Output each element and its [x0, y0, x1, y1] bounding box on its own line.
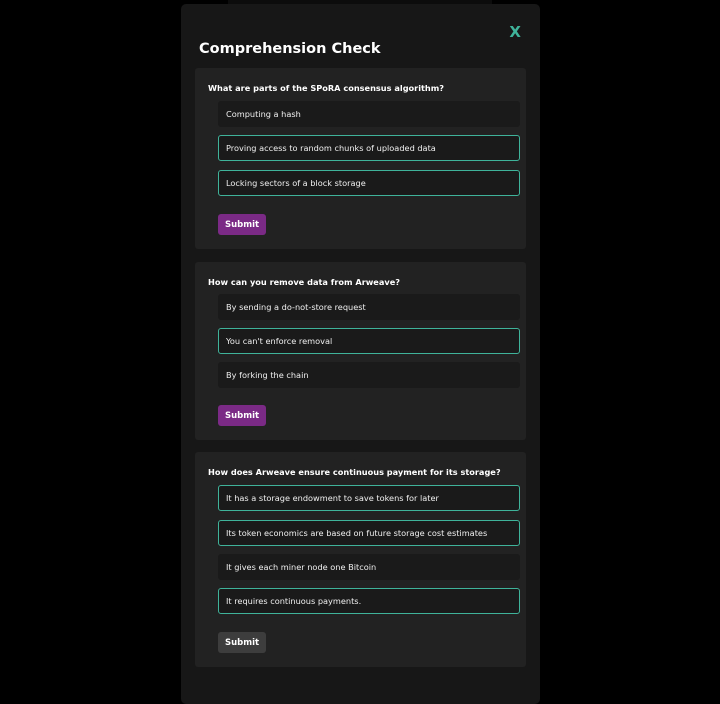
- answer-option[interactable]: It has a storage endowment to save token…: [218, 485, 520, 511]
- answer-option[interactable]: Its token economics are based on future …: [218, 520, 520, 546]
- comprehension-check-modal: X Comprehension Check What are parts of …: [181, 4, 540, 704]
- submit-button[interactable]: Submit: [218, 405, 266, 426]
- answer-option[interactable]: It requires continuous payments.: [218, 588, 520, 614]
- answer-option[interactable]: You can't enforce removal: [218, 328, 520, 354]
- question-card-3: How does Arweave ensure continuous payme…: [195, 452, 526, 667]
- answer-option[interactable]: It gives each miner node one Bitcoin: [218, 554, 520, 580]
- answer-option[interactable]: Computing a hash: [218, 101, 520, 127]
- answer-option[interactable]: Proving access to random chunks of uploa…: [218, 135, 520, 161]
- question-card-2: How can you remove data from Arweave? By…: [195, 262, 526, 440]
- question-text: How does Arweave ensure continuous payme…: [208, 467, 501, 477]
- answer-option[interactable]: By forking the chain: [218, 362, 520, 388]
- answer-option[interactable]: Locking sectors of a block storage: [218, 170, 520, 196]
- question-card-1: What are parts of the SPoRA consensus al…: [195, 68, 526, 249]
- close-button[interactable]: X: [509, 23, 521, 41]
- submit-button[interactable]: Submit: [218, 632, 266, 653]
- question-text: What are parts of the SPoRA consensus al…: [208, 83, 445, 93]
- answer-option[interactable]: By sending a do-not-store request: [218, 294, 520, 320]
- submit-button[interactable]: Submit: [218, 214, 266, 235]
- modal-title: Comprehension Check: [199, 41, 381, 57]
- question-text: How can you remove data from Arweave?: [208, 277, 401, 287]
